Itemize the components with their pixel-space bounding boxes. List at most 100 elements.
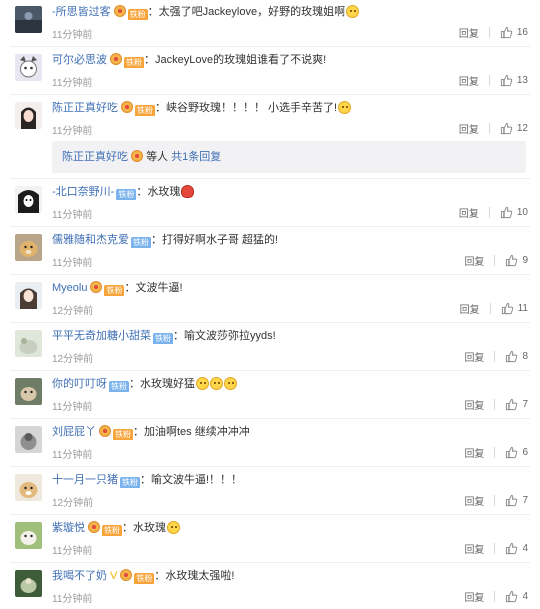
avatar[interactable] <box>15 54 42 81</box>
divider <box>10 466 530 467</box>
reply-button[interactable]: 回复 <box>459 205 479 220</box>
username-link[interactable]: 紫璇悦 <box>52 522 85 534</box>
reply-button[interactable]: 回复 <box>464 349 484 364</box>
username-link[interactable]: 你的叮叮呀 <box>52 378 107 390</box>
comment-line: 儒雅随和杰克爱 铁粉 ：打得好啊水子哥 超猛的! <box>52 234 279 248</box>
like-count: 13 <box>516 74 528 86</box>
like-button[interactable]: 12 <box>500 122 528 135</box>
username-link[interactable]: -所思皆过客 <box>52 6 111 18</box>
comment-text: 加油啊tes 继续冲冲冲 <box>144 426 250 438</box>
reply-button[interactable]: 回复 <box>464 493 484 508</box>
comment-list: -所思皆过客 铁粉 ：太强了吧Jackeylove，好野的玫瑰姐啊 11分钟前 回复… <box>0 0 540 609</box>
comment-time: 11分钟前 <box>52 30 93 41</box>
comment-actions: 回复 7 <box>464 493 528 508</box>
like-button[interactable]: 13 <box>500 74 528 87</box>
fan-badge: 铁粉 <box>134 573 155 584</box>
comment-line: 十一月一只猪 铁粉 ：喻文波牛逼!！！！ <box>52 474 243 488</box>
like-count: 12 <box>516 122 528 134</box>
fan-medal-icon <box>131 150 143 162</box>
avatar[interactable] <box>15 102 42 129</box>
comment-actions: 回复 10 <box>459 205 528 220</box>
like-button[interactable]: 4 <box>505 542 528 555</box>
fan-medal-icon <box>99 425 111 437</box>
like-button[interactable]: 8 <box>505 350 528 363</box>
laughing-emoji-icon <box>196 377 209 390</box>
like-button[interactable]: 4 <box>505 590 528 603</box>
reply-button[interactable]: 回复 <box>464 589 484 604</box>
comment-text: 水玫瑰 <box>147 186 181 198</box>
comment-actions: 回复 12 <box>459 121 528 136</box>
reply-button[interactable]: 回复 <box>464 445 484 460</box>
comment-actions: 回复 11 <box>460 301 528 316</box>
divider <box>489 302 491 314</box>
username-link[interactable]: 刘屁屁丫 <box>52 426 96 438</box>
like-button[interactable]: 11 <box>501 302 528 315</box>
fan-badge: 铁粉 <box>131 237 151 248</box>
reply-summary[interactable]: 陈正正真好吃 等人 共1条回复 <box>52 141 526 173</box>
comment-text: 文波牛逼! <box>135 282 183 294</box>
like-count: 11 <box>517 302 528 314</box>
comment-text: 峡谷野玫瑰！！！！ 小选手辛苦了! <box>166 102 338 114</box>
avatar[interactable] <box>15 426 42 453</box>
avatar[interactable] <box>15 186 42 213</box>
like-button[interactable]: 9 <box>505 254 528 267</box>
username-link[interactable]: -北口奈野川- <box>52 186 114 198</box>
username-link[interactable]: 平平无奇加糖小甜菜 <box>52 330 151 342</box>
divider <box>10 322 530 323</box>
reply-button[interactable]: 回复 <box>459 121 479 136</box>
username-link[interactable]: 儒雅随和杰克爱 <box>52 234 129 246</box>
comment-time: 11分钟前 <box>52 450 93 461</box>
fan-medal-icon <box>90 281 103 293</box>
like-button[interactable]: 7 <box>505 494 528 507</box>
fan-badge: 铁粉 <box>120 477 140 488</box>
reply-button[interactable]: 回复 <box>464 541 484 556</box>
divider <box>494 590 496 602</box>
reply-button[interactable]: 回复 <box>459 73 479 88</box>
thumbs-up-icon <box>506 398 518 410</box>
like-button[interactable]: 7 <box>505 398 528 411</box>
divider <box>10 514 530 515</box>
reply-button[interactable]: 回复 <box>464 397 484 412</box>
fan-medal-icon <box>120 569 133 581</box>
like-button[interactable]: 10 <box>500 206 528 219</box>
avatar[interactable] <box>15 282 42 309</box>
comment-line: 紫璇悦 铁粉 ：水玫瑰 <box>52 520 530 536</box>
avatar[interactable] <box>15 522 42 549</box>
divider <box>10 562 530 563</box>
reply-button[interactable]: 回复 <box>464 253 484 268</box>
comment-actions: 回复 7 <box>464 397 528 412</box>
comment-time: 11分钟前 <box>52 210 93 221</box>
divider <box>10 418 530 419</box>
fan-badge: 铁粉 <box>127 9 148 20</box>
comment-text: 喻文波牛逼!！！！ <box>151 474 243 486</box>
reply-summary-others: 等人 <box>146 151 169 163</box>
divider <box>10 226 530 227</box>
thumbs-up-icon <box>506 494 518 506</box>
comment-time: 12分钟前 <box>52 498 94 509</box>
like-button[interactable]: 6 <box>505 446 528 459</box>
avatar[interactable] <box>15 474 42 501</box>
reply-button[interactable]: 回复 <box>459 25 479 40</box>
username-link[interactable]: 我喝不了奶 <box>52 570 107 582</box>
reply-summary-link[interactable]: 共1条回复 <box>171 151 221 163</box>
username-link[interactable]: 可尔必思波 <box>52 54 107 66</box>
username-link[interactable]: Myeolu <box>52 282 87 294</box>
thumbs-up-icon <box>500 26 512 38</box>
like-count: 4 <box>522 590 528 602</box>
comment-time: 11分钟前 <box>52 402 93 413</box>
divider <box>488 122 490 134</box>
divider <box>488 26 490 38</box>
comment-actions: 回复 16 <box>459 25 528 40</box>
thumbs-up-icon <box>506 350 518 362</box>
username-link[interactable]: 陈正正真好吃 <box>52 102 118 114</box>
reply-button[interactable]: 回复 <box>460 301 480 316</box>
avatar[interactable] <box>15 234 42 261</box>
avatar[interactable] <box>15 570 42 597</box>
avatar[interactable] <box>15 330 42 357</box>
username-link[interactable]: 十一月一只猪 <box>52 474 118 486</box>
fan-badge: 铁粉 <box>135 105 155 116</box>
avatar[interactable] <box>15 6 42 33</box>
reply-summary-user[interactable]: 陈正正真好吃 <box>62 151 128 163</box>
avatar[interactable] <box>15 378 42 405</box>
like-button[interactable]: 16 <box>500 26 528 39</box>
